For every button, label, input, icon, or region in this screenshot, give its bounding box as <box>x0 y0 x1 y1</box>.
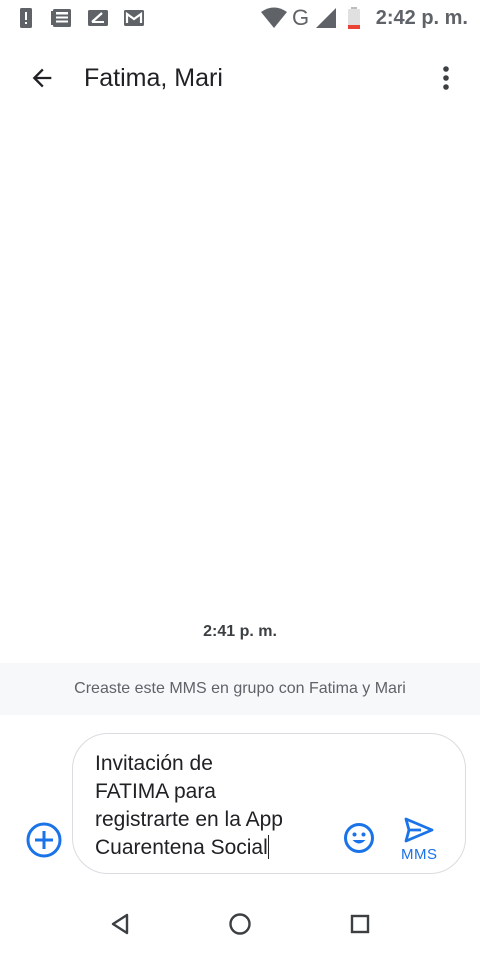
arrow-back-icon <box>32 68 52 88</box>
nav-recents-button[interactable] <box>342 906 378 942</box>
back-button[interactable] <box>18 54 66 102</box>
network-type-label: G <box>292 5 310 30</box>
message-timestamp: 2:41 p. m. <box>203 623 277 640</box>
wifi-icon <box>260 6 288 30</box>
app-bar: Fatima, Mari <box>0 44 480 112</box>
status-time: 2:42 p. m. <box>375 7 468 29</box>
message-input[interactable]: Invitación de FATIMA para registrarte en… <box>95 750 331 862</box>
add-attachment-button[interactable] <box>24 820 64 860</box>
compose-field[interactable]: Invitación de FATIMA para registrarte en… <box>72 733 466 874</box>
battery-low-icon <box>346 6 362 30</box>
system-nav-bar <box>0 896 480 952</box>
back-triangle-icon <box>111 913 129 935</box>
more-vert-icon <box>443 66 449 90</box>
send-type-label: MMS <box>401 846 438 863</box>
news-icon <box>50 6 74 30</box>
alert-icon <box>14 6 38 30</box>
conversation-title: Fatima, Mari <box>84 64 223 92</box>
group-info-banner: Creaste este MMS en grupo con Fatima y M… <box>0 663 480 715</box>
nav-home-button[interactable] <box>222 906 258 942</box>
home-circle-icon <box>229 913 251 935</box>
emoji-button[interactable] <box>342 821 376 855</box>
more-options-button[interactable] <box>426 54 466 102</box>
message-input-text: Invitación de FATIMA para registrarte en… <box>95 752 283 859</box>
text-cursor <box>267 835 269 859</box>
emoji-icon <box>344 823 374 853</box>
messages-screen: G 2:42 p. m. Fatima, Mari 2:41 p. m. Cre… <box>0 0 480 960</box>
gmail-icon <box>122 6 146 30</box>
sim-card-icon <box>86 6 110 30</box>
recents-square-icon <box>350 914 370 934</box>
nav-back-button[interactable] <box>102 906 138 942</box>
send-button[interactable]: MMS <box>395 814 451 866</box>
signal-icon <box>314 6 338 30</box>
send-icon <box>404 817 434 843</box>
add-circle-icon <box>26 822 62 858</box>
status-bar: G 2:42 p. m. <box>0 0 480 36</box>
